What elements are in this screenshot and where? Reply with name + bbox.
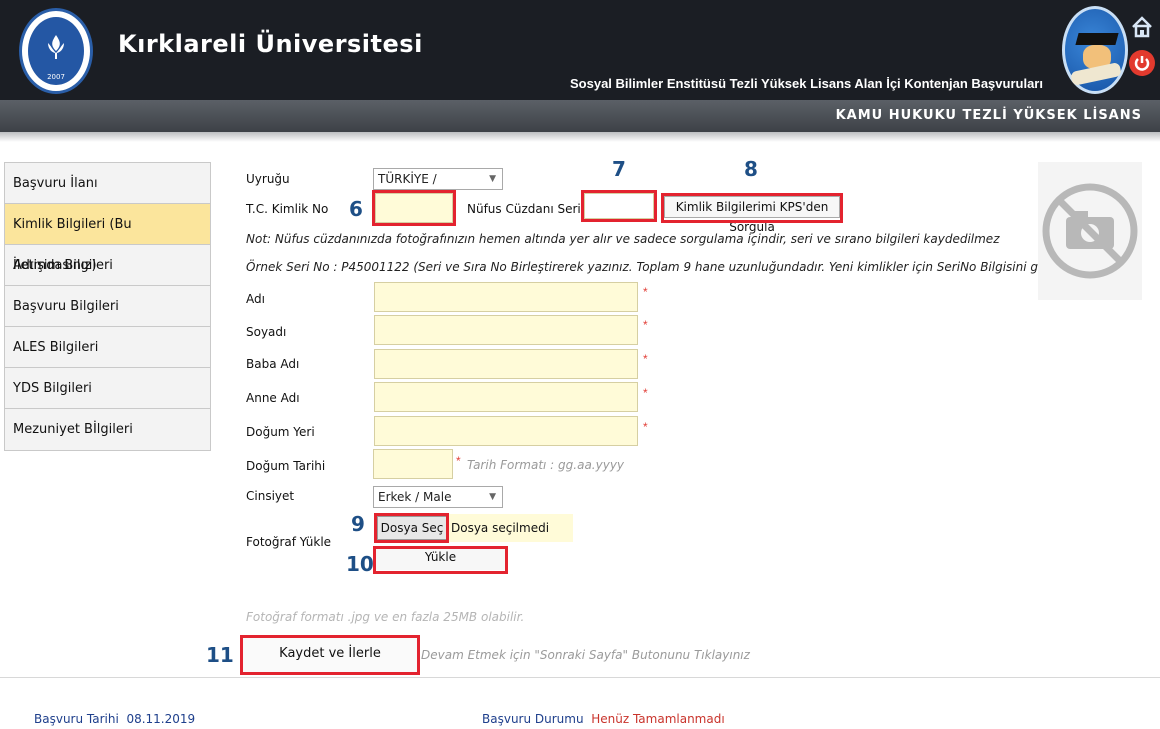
date-value: 08.11.2019 <box>126 712 196 726</box>
soyadi-input[interactable] <box>374 315 638 345</box>
dogum-tarihi-input[interactable] <box>373 449 453 479</box>
seri-no-example: Örnek Seri No : P45001122 (Seri ve Sıra … <box>246 260 1072 274</box>
header: 2007 Kırklareli Üniversitesi Sosyal Bili… <box>0 0 1160 100</box>
annotation-number-11: 11 <box>206 643 234 667</box>
uyrugu-label: Uyruğu <box>246 172 290 186</box>
uyrugu-select[interactable]: TÜRKİYE / ▼ <box>373 168 503 190</box>
cinsiyet-label: Cinsiyet <box>246 489 295 503</box>
chevron-down-icon: ▼ <box>489 492 496 502</box>
anne-adi-input[interactable] <box>374 382 638 412</box>
annotation-number-8: 8 <box>744 157 758 181</box>
sidebar-item-kimlik-bilgileri[interactable]: Kimlik Bilgileri (Bu Adımdasınız) <box>5 204 210 273</box>
soyadi-label: Soyadı <box>246 325 287 339</box>
sidebar-item-yds-bilgileri[interactable]: YDS Bilgileri <box>5 368 210 409</box>
required-mark: * <box>643 285 648 299</box>
tulip-icon <box>48 35 64 59</box>
logout-power-icon[interactable] <box>1129 50 1155 76</box>
uyrugu-value: TÜRKİYE / <box>378 172 437 186</box>
logo-year: 2007 <box>47 73 65 81</box>
footer-divider <box>0 677 1160 678</box>
sidebar-item-iletisim-bilgileri[interactable]: İletişim Bilgileri <box>5 245 210 286</box>
required-mark: * <box>456 454 461 468</box>
page: 2007 Kırklareli Üniversitesi Sosyal Bili… <box>0 0 1160 729</box>
dogum-yeri-label: Doğum Yeri <box>246 425 315 439</box>
sidebar-item-basvuru-bilgileri[interactable]: Başvuru Bilgileri <box>5 286 210 327</box>
bar-shadow <box>0 132 1160 142</box>
footer-date: Başvuru Tarihi 08.11.2019 <box>34 712 195 726</box>
annotation-number-6: 6 <box>349 197 363 221</box>
highlight-box-7 <box>581 190 657 222</box>
program-title: KAMU HUKUKU TEZLİ YÜKSEK LİSANS <box>835 108 1142 123</box>
annotation-number-10: 10 <box>346 552 374 576</box>
photo-format-hint: Fotoğraf formatı .jpg ve en fazla 25MB o… <box>246 610 525 624</box>
adi-input[interactable] <box>374 282 638 312</box>
adi-label: Adı <box>246 292 265 306</box>
anne-adi-label: Anne Adı <box>246 391 300 405</box>
footer-status: Başvuru Durumu Henüz Tamamlanmadı <box>482 712 725 726</box>
no-camera-icon <box>1042 183 1138 279</box>
required-mark: * <box>643 318 648 332</box>
sidebar: Başvuru İlanı Kimlik Bilgileri (Bu Adımd… <box>4 162 211 451</box>
file-status: Dosya seçilmedi <box>449 514 573 542</box>
baba-adi-input[interactable] <box>374 349 638 379</box>
annotation-number-9: 9 <box>351 512 365 536</box>
seri-no-note: Not: Nüfus cüzdanınızda fotoğrafınızın h… <box>246 232 1000 246</box>
foto-label: Fotoğraf Yükle <box>246 535 332 549</box>
status-label: Başvuru Durumu <box>482 712 584 726</box>
photo-placeholder <box>1038 162 1142 300</box>
sidebar-item-basvuru-ilani[interactable]: Başvuru İlanı <box>5 163 210 204</box>
highlight-box-6 <box>372 190 456 226</box>
tc-kimlik-label: T.C. Kimlik No <box>246 202 329 216</box>
page-subtitle: Sosyal Bilimler Enstitüsü Tezli Yüksek L… <box>570 76 1043 91</box>
cinsiyet-value: Erkek / Male <box>378 490 452 504</box>
chevron-down-icon: ▼ <box>489 174 496 184</box>
date-label: Başvuru Tarihi <box>34 712 119 726</box>
sidebar-item-mezuniyet-bilgileri[interactable]: Mezuniyet Bİlgileri <box>5 409 210 450</box>
highlight-box-8 <box>661 193 843 223</box>
required-mark: * <box>643 352 648 366</box>
continue-hint: Devam Etmek için "Sonraki Sayfa" Butonun… <box>421 648 750 662</box>
dogum-yeri-input[interactable] <box>374 416 638 446</box>
required-mark: * <box>643 386 648 400</box>
program-bar: KAMU HUKUKU TEZLİ YÜKSEK LİSANS <box>0 100 1160 132</box>
dogum-tarihi-label: Doğum Tarihi <box>246 459 326 473</box>
highlight-box-10 <box>373 546 508 574</box>
cinsiyet-select[interactable]: Erkek / Male ▼ <box>373 486 503 508</box>
home-icon[interactable] <box>1131 16 1153 38</box>
annotation-number-7: 7 <box>612 157 626 181</box>
required-mark: * <box>643 420 648 434</box>
university-title: Kırklareli Üniversitesi <box>118 30 423 58</box>
status-value: Henüz Tamamlanmadı <box>591 712 725 726</box>
highlight-box-11 <box>240 635 420 675</box>
date-format-hint: Tarih Formatı : gg.aa.yyyy <box>467 458 625 472</box>
highlight-box-9 <box>374 513 449 543</box>
graduate-mascot <box>1062 6 1128 94</box>
baba-adi-label: Baba Adı <box>246 357 300 371</box>
university-logo: 2007 <box>19 8 93 94</box>
sidebar-item-ales-bilgileri[interactable]: ALES Bilgileri <box>5 327 210 368</box>
